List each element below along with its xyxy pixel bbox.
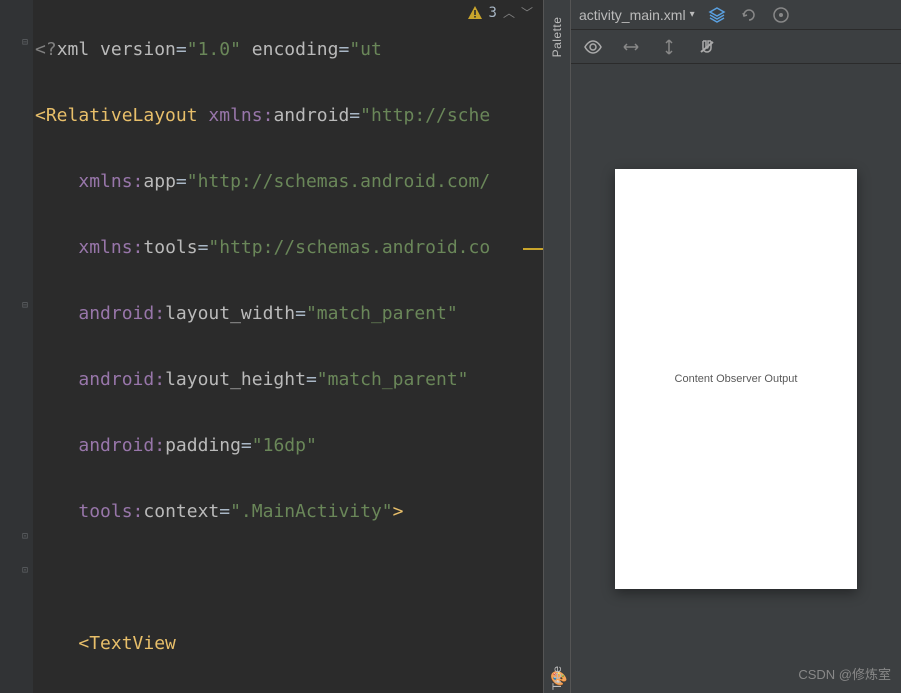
layout-preview-panel: activity_main.xml ▾ Content Observer Out…: [571, 0, 901, 693]
device-frame: Content Observer Output: [615, 169, 857, 589]
fold-icon[interactable]: ⊡: [22, 565, 28, 576]
file-dropdown[interactable]: activity_main.xml ▾: [579, 7, 695, 23]
inspection-widget[interactable]: 3 ︿ ﹀: [463, 0, 537, 25]
gutter: ⊟ ⊟ ⊡ ⊡: [0, 0, 33, 693]
xml-prolog: <?: [35, 39, 57, 60]
watermark: CSDN @修炼室: [798, 664, 891, 683]
preview-header: activity_main.xml ▾: [571, 0, 901, 30]
code-area[interactable]: <?xml version="1.0" encoding="ut <Relati…: [33, 0, 543, 693]
relativelayout-tag: RelativeLayout: [46, 105, 209, 126]
orientation-icon[interactable]: [739, 5, 759, 25]
chevron-up-icon[interactable]: ︿: [503, 4, 515, 21]
textview-preview: Content Observer Output: [675, 373, 798, 385]
warning-marker[interactable]: [523, 248, 543, 250]
eye-icon[interactable]: [583, 37, 603, 57]
chevron-down-icon: ▾: [690, 9, 695, 20]
layers-icon[interactable]: [707, 5, 727, 25]
palette-tab[interactable]: Palette: [550, 17, 564, 58]
pan-horizontal-icon[interactable]: [621, 37, 641, 57]
magnet-icon[interactable]: [697, 37, 717, 57]
active-file-name: activity_main.xml: [579, 7, 686, 23]
textview-tag: TextView: [89, 633, 176, 654]
fold-icon[interactable]: ⊟: [22, 300, 28, 311]
fold-icon[interactable]: ⊡: [22, 531, 28, 542]
fold-icon[interactable]: ⊟: [22, 37, 28, 48]
overflow-icon[interactable]: [771, 5, 791, 25]
preview-toolbar: [571, 30, 901, 64]
warning-icon: [467, 5, 483, 21]
pan-vertical-icon[interactable]: [659, 37, 679, 57]
preview-canvas[interactable]: Content Observer Output: [571, 64, 901, 693]
tree-tab[interactable]: Tree: [550, 666, 564, 690]
warning-count: 3: [489, 5, 497, 21]
code-editor-panel: ⊟ ⊟ ⊡ ⊡ <?xml version="1.0" encoding="ut…: [0, 0, 543, 693]
palette-sidebar[interactable]: Palette 🎨 Tree: [543, 0, 571, 693]
chevron-down-icon[interactable]: ﹀: [521, 4, 533, 21]
